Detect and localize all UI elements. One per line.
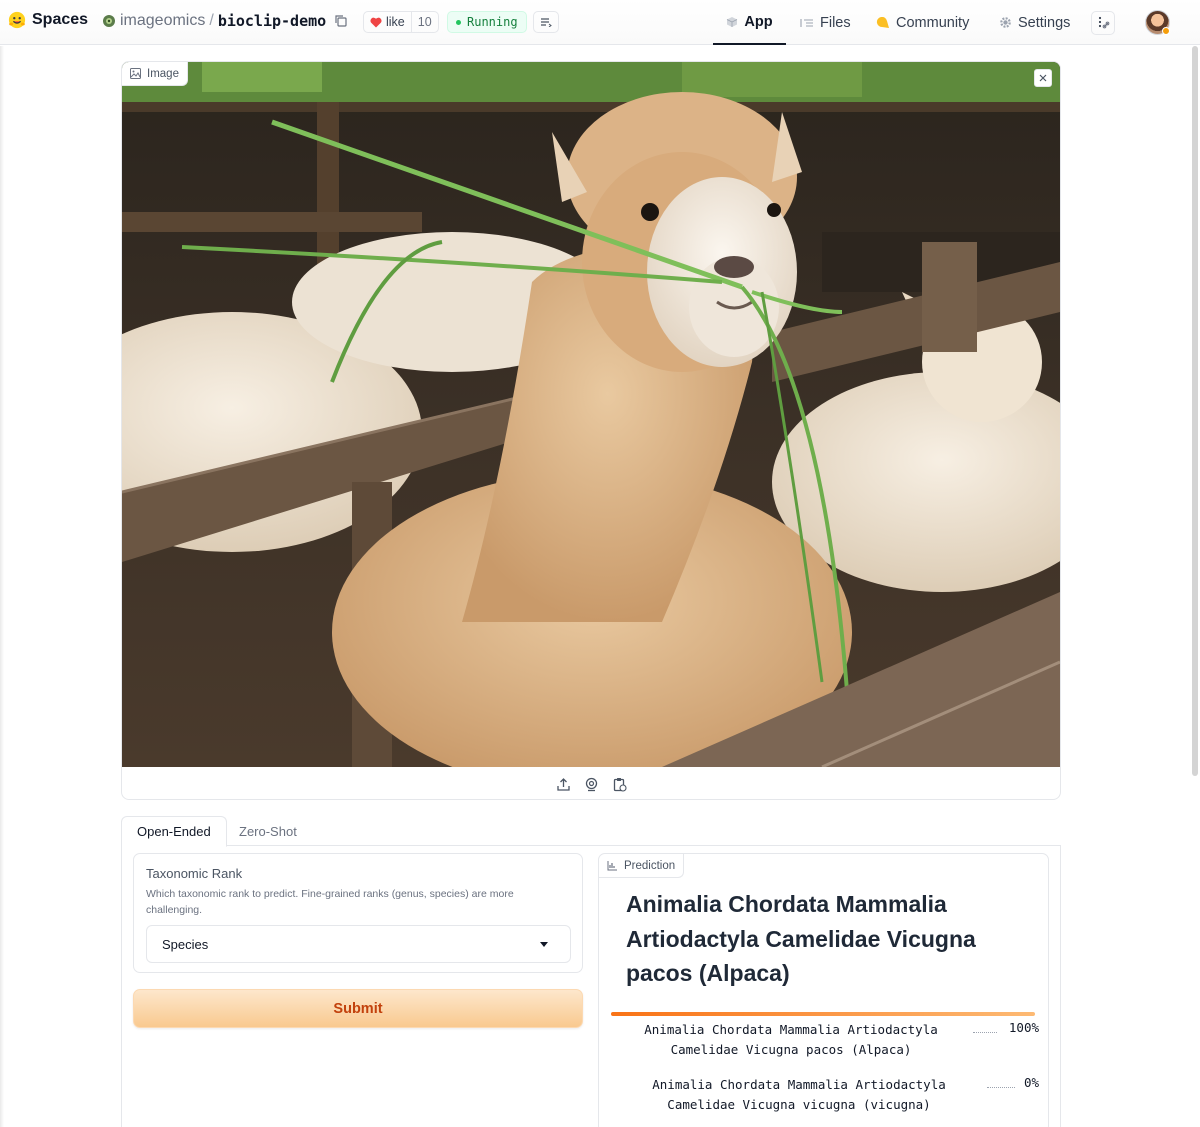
image-label-text: Image — [147, 67, 179, 80]
upload-icon — [556, 777, 570, 791]
like-count[interactable]: 10 — [410, 12, 438, 32]
confidence-label: Animalia Chordata Mammalia Artiodactyla … — [644, 1022, 938, 1057]
prediction-panel-label: Prediction — [599, 854, 685, 878]
spaces-home-link[interactable]: Spaces — [8, 11, 88, 29]
image-input-panel: Image — [121, 61, 1061, 800]
more-options-button[interactable] — [1091, 11, 1115, 35]
upload-source-button[interactable] — [555, 776, 571, 792]
top-navbar: Spaces imageomics / bioclip-demo like 10… — [0, 0, 1200, 45]
status-dot-icon — [456, 19, 461, 25]
webcam-icon — [585, 777, 597, 791]
mode-tabs: Open-Ended Zero-Shot — [121, 816, 1061, 847]
nav-tab-files[interactable]: Files — [800, 0, 851, 45]
taxonomic-rank-block: Taxonomic Rank Which taxonomic rank to p… — [133, 853, 583, 973]
confidence-value: 100% — [1008, 1020, 1039, 1035]
nav-tab-label: Settings — [1018, 14, 1071, 31]
image-source-toolbar — [122, 767, 1060, 799]
top-prediction-title: Animalia Chordata Mammalia Artiodactyla … — [626, 891, 976, 986]
status-label: Running — [467, 15, 518, 29]
taxonomic-rank-title: Taxonomic Rank — [146, 866, 243, 881]
org-link[interactable]: imageomics — [120, 12, 205, 30]
like-label: like — [386, 15, 405, 29]
copy-icon[interactable] — [334, 14, 348, 28]
confidence-row[interactable]: Animalia Chordata Mammalia Artiodactyla … — [611, 1012, 1039, 1062]
uploaded-alpaca-image — [122, 62, 1060, 767]
heart-icon — [370, 17, 382, 27]
dropdown-selected-value: Species — [162, 936, 209, 952]
nav-tab-label: App — [744, 13, 773, 30]
chevron-down-icon — [540, 942, 548, 947]
tab-open-ended[interactable]: Open-Ended — [121, 816, 227, 847]
spaces-brand-label: Spaces — [32, 11, 89, 28]
webcam-source-button[interactable] — [583, 776, 599, 792]
taxonomic-rank-dropdown[interactable]: Species — [146, 925, 571, 963]
clear-image-button[interactable] — [1034, 69, 1052, 87]
clipboard-icon — [613, 777, 627, 792]
bar-chart-icon — [607, 861, 617, 871]
repo-breadcrumb: imageomics / bioclip-demo — [102, 12, 348, 30]
page-edge-shadow — [0, 46, 4, 1127]
image-panel-label: Image — [122, 62, 188, 86]
close-icon — [1039, 74, 1047, 82]
confidence-leader-dots — [987, 1087, 1015, 1088]
breadcrumb-separator: / — [209, 12, 214, 29]
repo-name-link[interactable]: bioclip-demo — [218, 12, 326, 30]
space-status-badge[interactable]: Running — [447, 11, 527, 33]
submit-button[interactable]: Submit — [133, 989, 583, 1028]
kebab-menu-icon — [1098, 16, 1110, 29]
gear-icon — [1000, 17, 1011, 28]
nav-tab-app[interactable]: App — [713, 0, 786, 45]
notification-dot-icon — [1162, 27, 1170, 35]
clipboard-source-button[interactable] — [611, 776, 627, 792]
org-avatar-icon[interactable] — [102, 14, 116, 28]
confidence-leader-dots — [973, 1032, 997, 1033]
confidence-row[interactable]: Animalia Chordata Mammalia Artiodactyla … — [611, 1067, 1039, 1117]
files-icon — [800, 18, 813, 27]
confidence-bar — [611, 1012, 1035, 1016]
logs-button[interactable] — [533, 11, 559, 33]
nav-tab-label: Files — [820, 14, 851, 31]
nav-tab-settings[interactable]: Settings — [999, 0, 1070, 45]
prediction-label-text: Prediction — [624, 859, 676, 872]
image-icon — [130, 68, 141, 79]
prediction-output-panel: Prediction Animalia Chordata Mammalia Ar… — [598, 853, 1049, 1127]
like-toggle[interactable]: like — [364, 12, 411, 32]
confidence-value: 0% — [1023, 1075, 1039, 1090]
page-scrollbar[interactable] — [1192, 46, 1198, 776]
hugging-face-logo-icon — [8, 11, 26, 29]
cube-icon — [727, 16, 738, 27]
community-icon — [876, 16, 889, 28]
confidence-label: Animalia Chordata Mammalia Artiodactyla … — [652, 1077, 946, 1112]
tab-zero-shot[interactable]: Zero-Shot — [224, 816, 312, 846]
nav-tab-community[interactable]: Community — [876, 0, 969, 45]
logs-icon — [541, 18, 552, 27]
like-button[interactable]: like 10 — [363, 11, 439, 33]
taxonomic-rank-info: Which taxonomic rank to predict. Fine-gr… — [146, 888, 514, 916]
nav-tab-label: Community — [896, 14, 970, 31]
